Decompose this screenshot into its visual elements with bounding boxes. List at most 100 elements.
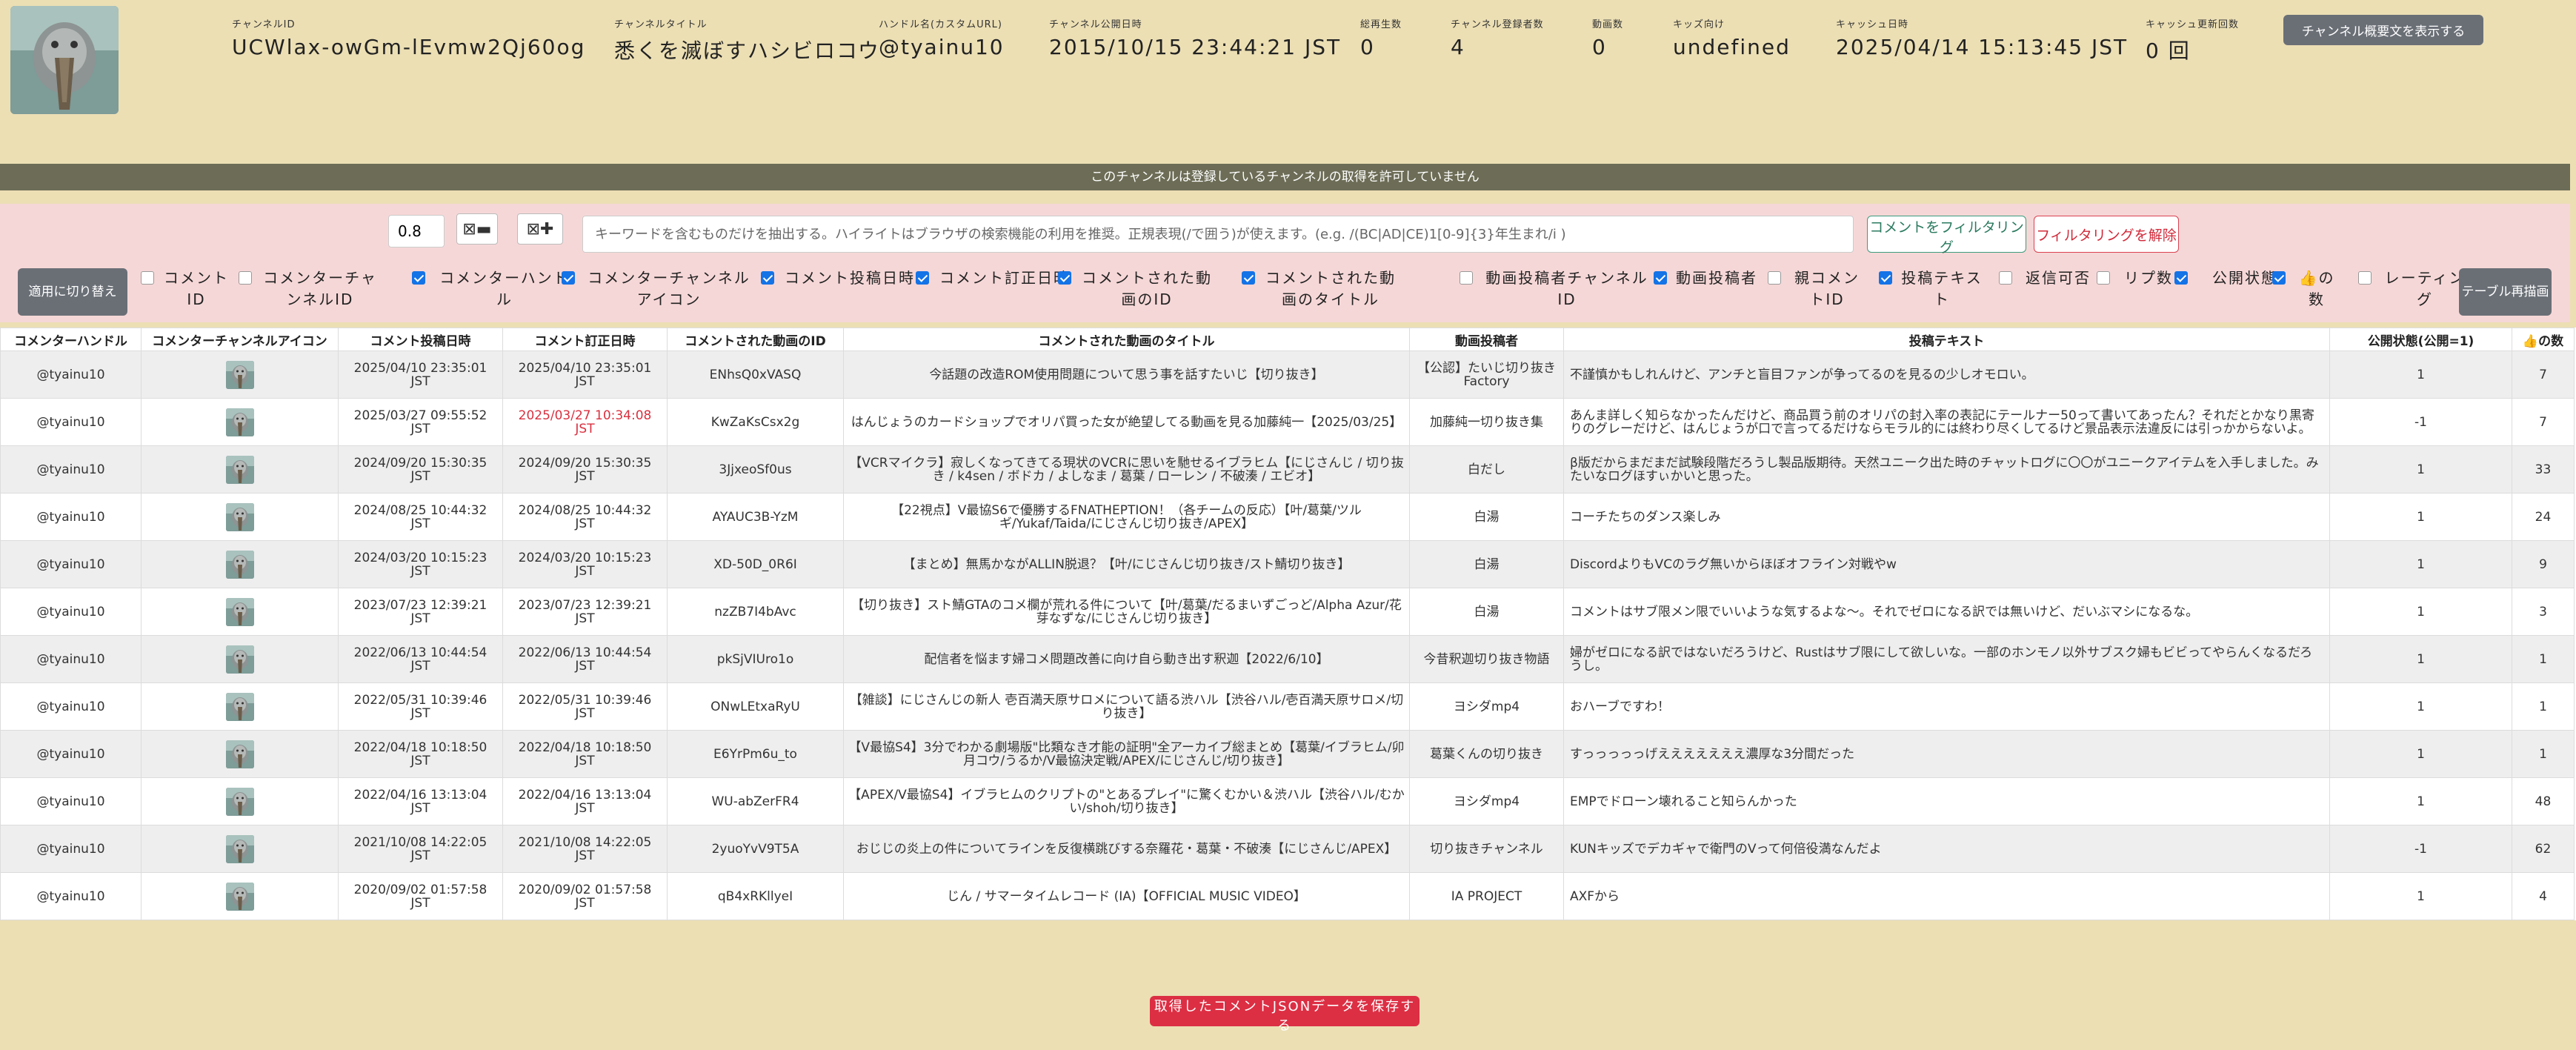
posted-date-cell: 2024/08/25 10:44:32 JST bbox=[338, 493, 503, 541]
commenter-avatar-icon bbox=[225, 882, 254, 911]
column-toggle-item[interactable]: 👍の数 bbox=[2272, 268, 2339, 313]
edited-date-cell: 2024/08/25 10:44:32 JST bbox=[502, 493, 668, 541]
commenter-handle-cell: @tyainu10 bbox=[0, 730, 142, 778]
video-id-cell: ENhsQ0xVASQ bbox=[667, 350, 844, 399]
channel-title-value: 悉くを滅ぼすハシビロコウ bbox=[614, 39, 880, 63]
total-views-value: 0 bbox=[1360, 35, 1375, 59]
column-toggle-item[interactable]: コメント投稿日時 bbox=[761, 268, 916, 313]
table-row: @tyainu10 2025/04/10 23:35:01 JST 2025/04/… bbox=[0, 350, 2575, 399]
column-header[interactable]: 動画投稿者 bbox=[1409, 328, 1564, 351]
clear-filter-button[interactable]: フィルタリングを解除 bbox=[2034, 216, 2179, 253]
table-body: @tyainu10 2025/04/10 23:35:01 JST 2025/04/… bbox=[0, 350, 2575, 920]
column-toggle-checkbox[interactable] bbox=[1879, 271, 1892, 285]
column-toggle-item[interactable]: コメンターハンドル bbox=[412, 268, 575, 313]
commenter-icon-cell bbox=[141, 445, 339, 494]
commenter-avatar-icon bbox=[225, 834, 254, 863]
show-description-button[interactable]: チャンネル概要文を表示する bbox=[2283, 15, 2483, 45]
threshold-input[interactable] bbox=[388, 215, 445, 247]
column-toggle-item[interactable]: リプ数 bbox=[2097, 268, 2178, 313]
commenter-avatar-icon bbox=[225, 597, 254, 626]
column-toggle-checkbox[interactable] bbox=[2272, 271, 2286, 285]
public-status-cell: 1 bbox=[2329, 777, 2512, 825]
video-count-label: 動画数 bbox=[1592, 19, 1624, 30]
zoom-in-button[interactable]: ⊠✚ bbox=[517, 213, 563, 245]
edited-date-cell: 2024/03/20 10:15:23 JST bbox=[502, 540, 668, 588]
redraw-table-button[interactable]: テーブル再描画 bbox=[2459, 268, 2552, 316]
column-toggle-checkbox[interactable] bbox=[141, 271, 154, 285]
zoom-out-button[interactable]: ⊠▬ bbox=[456, 213, 498, 245]
comment-text-cell: コーチたちのダンス楽しみ bbox=[1563, 493, 2330, 541]
column-toggle-item[interactable]: レーティング bbox=[2358, 268, 2469, 313]
column-toggle-item[interactable]: 投稿テキスト bbox=[1879, 268, 1983, 313]
column-toggle-item[interactable]: コメンターチャンネルID bbox=[239, 268, 379, 313]
video-id-cell: E6YrPm6u_to bbox=[667, 730, 844, 778]
column-header[interactable]: 👍の数 bbox=[2512, 328, 2575, 351]
edited-date-cell: 2022/05/31 10:39:46 JST bbox=[502, 682, 668, 731]
commenter-handle-cell: @tyainu10 bbox=[0, 682, 142, 731]
uploader-cell: 加藤純一切り抜き集 bbox=[1409, 398, 1564, 446]
column-toggle-checkbox[interactable] bbox=[239, 271, 252, 285]
column-toggle-item[interactable]: コメンターチャンネルアイコン bbox=[562, 268, 754, 313]
column-toggle-item[interactable]: コメントされた動画のID bbox=[1058, 268, 1214, 313]
column-toggle-checkbox[interactable] bbox=[1460, 271, 1473, 285]
cache-date-field: キャッシュ日時 2025/04/14 15:13:45 JST bbox=[1836, 16, 2128, 59]
posted-date-cell: 2022/06/13 10:44:54 JST bbox=[338, 635, 503, 683]
column-header[interactable]: コメンターチャンネルアイコン bbox=[141, 328, 339, 351]
column-toggle-item[interactable]: コメントID bbox=[141, 268, 230, 313]
column-toggle-label: 動画投稿者 bbox=[1676, 269, 1757, 287]
column-toggle-item[interactable]: 動画投稿者チャンネルID bbox=[1460, 268, 1652, 313]
column-header[interactable]: コメント投稿日時 bbox=[338, 328, 503, 351]
column-toggle-checkbox[interactable] bbox=[1999, 271, 2012, 285]
column-toggle-checkbox[interactable] bbox=[2097, 271, 2110, 285]
table-header-row: コメンターハンドル コメンターチャンネルアイコン コメント投稿日時 コメント訂正日時コ… bbox=[0, 328, 2575, 351]
column-toggle-item[interactable]: 返信可否 bbox=[1999, 268, 2095, 313]
column-toggle-checkbox[interactable] bbox=[562, 271, 575, 285]
likes-cell: 1 bbox=[2512, 730, 2575, 778]
video-title-cell: 【V最協S4】3分でわかる劇場版"比類なき才能の証明"全アーカイブ総まとめ【葛葉… bbox=[843, 730, 1410, 778]
edited-date-cell: 2022/04/18 10:18:50 JST bbox=[502, 730, 668, 778]
keyword-filter-input[interactable] bbox=[582, 216, 1854, 253]
column-header[interactable]: コメントされた動画のタイトル bbox=[843, 328, 1410, 351]
column-toggle-checkbox[interactable] bbox=[412, 271, 425, 285]
kids-field: キッズ向け undefined bbox=[1673, 16, 1791, 59]
save-json-button[interactable]: 取得したコメントJSONデータを保存する bbox=[1150, 996, 1420, 1034]
filter-comments-button[interactable]: コメントをフィルタリング bbox=[1867, 216, 2026, 256]
uploader-cell: 白湯 bbox=[1409, 588, 1564, 636]
column-toggle-checkbox[interactable] bbox=[1654, 271, 1667, 285]
channel-id-value: UCWlax-owGm-lEvmw2Qj60og bbox=[232, 35, 586, 59]
column-header[interactable]: 投稿テキスト bbox=[1563, 328, 2330, 351]
column-toggle-label: 👍の数 bbox=[2298, 269, 2335, 308]
posted-date-cell: 2025/04/10 23:35:01 JST bbox=[338, 350, 503, 399]
table-row: @tyainu10 2021/10/08 14:22:05 JST 2021/10/… bbox=[0, 825, 2575, 873]
column-header[interactable]: コメント訂正日時 bbox=[502, 328, 668, 351]
column-header[interactable]: コメンターハンドル bbox=[0, 328, 142, 351]
channel-title-label: チャンネルタイトル bbox=[614, 19, 708, 30]
video-id-cell: XD-50D_0R6I bbox=[667, 540, 844, 588]
table-row: @tyainu10 2024/09/20 15:30:35 JST 2024/09/… bbox=[0, 445, 2575, 494]
column-toggle-item[interactable]: 動画投稿者 bbox=[1654, 268, 1757, 313]
column-toggle-item[interactable]: コメントされた動画のタイトル bbox=[1242, 268, 1397, 313]
column-toggle-checkbox[interactable] bbox=[1768, 271, 1781, 285]
column-toggle-item[interactable]: 親コメントID bbox=[1768, 268, 1864, 313]
column-toggle-checkbox[interactable] bbox=[1242, 271, 1255, 285]
column-toggle-checkbox[interactable] bbox=[2174, 271, 2188, 285]
column-toggle-item[interactable]: コメント訂正日時 bbox=[916, 268, 1071, 313]
column-header[interactable]: コメントされた動画のID bbox=[667, 328, 844, 351]
table-row: @tyainu10 2023/07/23 12:39:21 JST 2023/07/… bbox=[0, 588, 2575, 636]
uploader-cell: IA PROJECT bbox=[1409, 872, 1564, 920]
commenter-handle-cell: @tyainu10 bbox=[0, 398, 142, 446]
column-toggle-checkbox[interactable] bbox=[761, 271, 774, 285]
likes-cell: 62 bbox=[2512, 825, 2575, 873]
video-title-cell: 【VCRマイクラ】寂しくなってきてる現状のVCRに思いを馳せるイブラヒム【にじさ… bbox=[843, 445, 1410, 494]
switch-mode-button[interactable]: 適用に切り替え bbox=[18, 268, 127, 316]
commenter-avatar-icon bbox=[225, 455, 254, 484]
posted-date-cell: 2021/10/08 14:22:05 JST bbox=[338, 825, 503, 873]
column-toggle-checkbox[interactable] bbox=[2358, 271, 2372, 285]
video-id-cell: pkSjVIUro1o bbox=[667, 635, 844, 683]
public-status-cell: 1 bbox=[2329, 872, 2512, 920]
commenter-avatar-icon bbox=[225, 692, 254, 721]
column-toggle-checkbox[interactable] bbox=[916, 271, 929, 285]
column-toggle-checkbox[interactable] bbox=[1058, 271, 1071, 285]
cache-updates-field: キャッシュ更新回数 0 回 bbox=[2146, 16, 2239, 64]
column-header[interactable]: 公開状態(公開=1) bbox=[2329, 328, 2512, 351]
